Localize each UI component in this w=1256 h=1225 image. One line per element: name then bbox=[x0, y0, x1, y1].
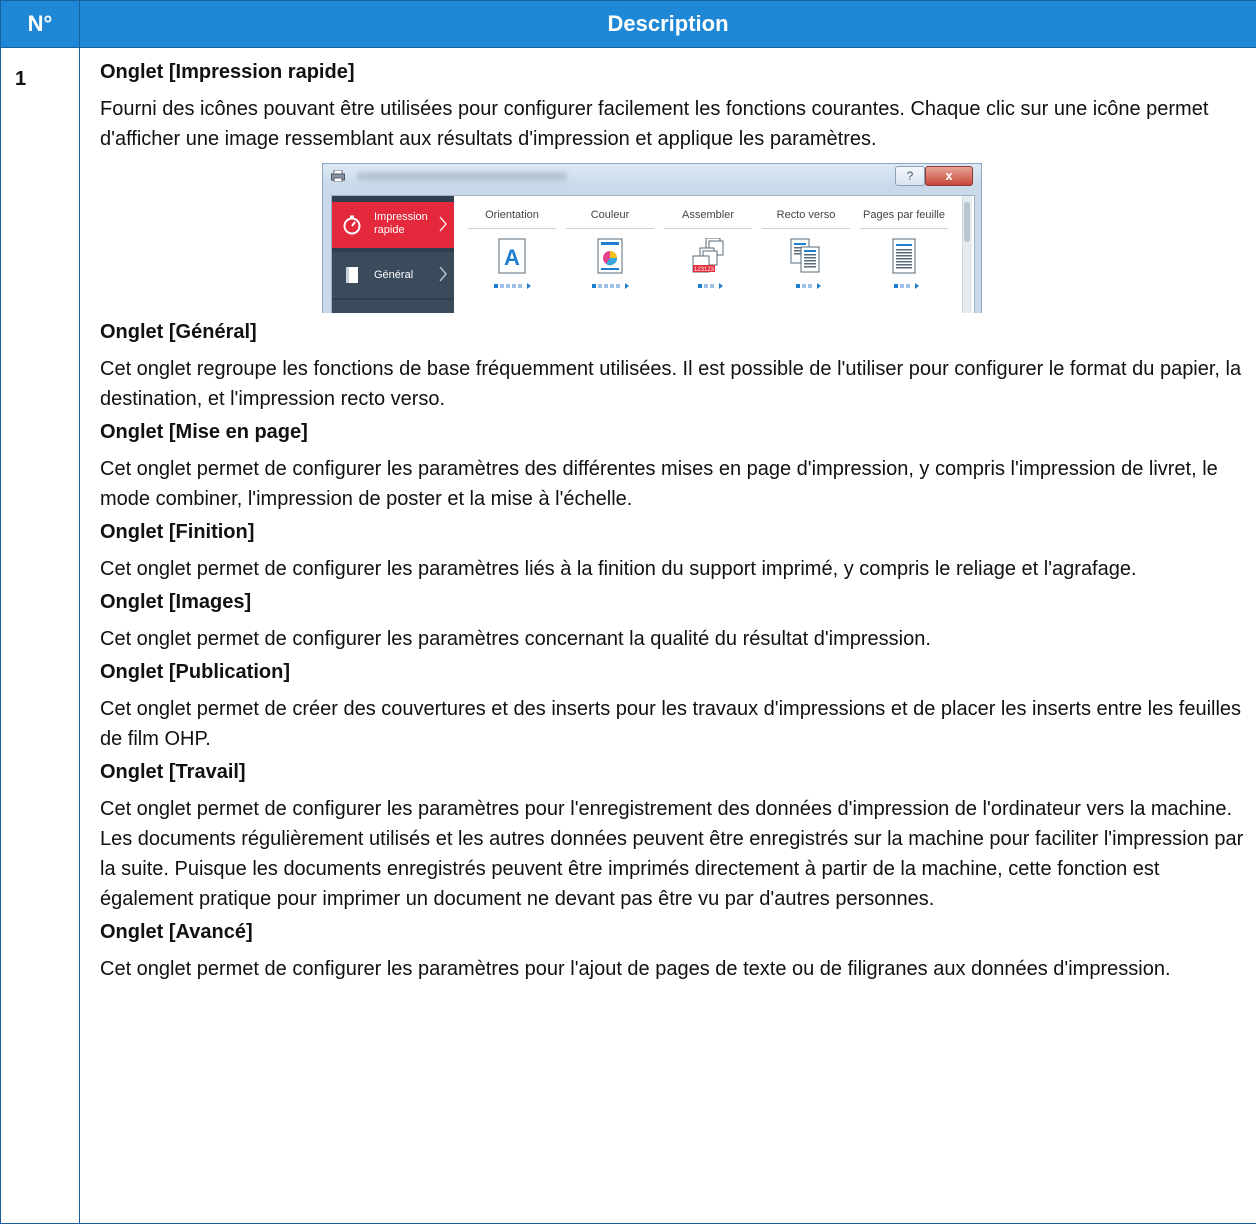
section-body: Cet onglet regroupe les fonctions de bas… bbox=[100, 358, 1242, 410]
print-settings-screenshot: ? x Impression rapide Général Orientatio… bbox=[322, 163, 982, 313]
section-body: Cet onglet permet de configurer les para… bbox=[100, 798, 1244, 910]
section-title: Onglet [Mise en page] bbox=[100, 421, 308, 443]
section-title: Onglet [Impression rapide] bbox=[100, 61, 355, 83]
header-description: Description bbox=[79, 0, 1256, 48]
section-general: Onglet [Général] Cet onglet regroupe les… bbox=[100, 320, 1256, 414]
duplex-icon bbox=[790, 238, 820, 273]
dialog-content: Impression rapide Général Orientation A … bbox=[331, 195, 975, 313]
option-orientation[interactable]: Orientation A bbox=[464, 208, 560, 308]
close-button[interactable]: x bbox=[925, 166, 973, 186]
svg-text:A: A bbox=[504, 245, 520, 270]
dots-indicator-icon bbox=[698, 283, 723, 289]
header-num: N° bbox=[0, 0, 80, 48]
divider bbox=[566, 228, 654, 229]
printer-icon bbox=[331, 170, 345, 182]
option-label: Couleur bbox=[590, 209, 630, 221]
pages-per-sheet-icon bbox=[892, 238, 916, 274]
tab-sidebar: Impression rapide Général bbox=[332, 196, 454, 313]
color-icon bbox=[597, 238, 623, 274]
table-row: 1 Onglet [Impression rapide] Fourni des … bbox=[0, 47, 1256, 1224]
tab-label: Général bbox=[374, 269, 414, 281]
tab-label: Impression rapide bbox=[374, 211, 428, 236]
section-body: Cet onglet permet de configurer les para… bbox=[100, 958, 1171, 980]
divider bbox=[762, 228, 850, 229]
description-table: N° Description 1 Onglet [Impression rapi… bbox=[0, 0, 1256, 1224]
dialog-window: ? x Impression rapide Général Orientatio… bbox=[322, 163, 982, 313]
tab-impression-rapide[interactable]: Impression rapide bbox=[332, 202, 454, 248]
option-pages-par-feuille[interactable]: Pages par feuille bbox=[856, 208, 952, 308]
section-mise-en-page: Onglet [Mise en page] Cet onglet permet … bbox=[100, 420, 1256, 514]
row-number: 1 bbox=[0, 47, 80, 1224]
tab-next[interactable] bbox=[332, 300, 454, 313]
svg-text:123123: 123123 bbox=[694, 267, 715, 273]
dots-indicator-icon bbox=[494, 283, 531, 289]
section-body: Cet onglet permet de créer des couvertur… bbox=[100, 698, 1242, 750]
page-icon bbox=[346, 267, 358, 283]
section-impression-rapide: Onglet [Impression rapide] Fourni des ic… bbox=[100, 60, 1256, 154]
section-title: Onglet [Images] bbox=[100, 591, 252, 613]
option-assembler[interactable]: Assembler 123123 bbox=[660, 208, 756, 308]
option-couleur[interactable]: Couleur bbox=[562, 208, 658, 308]
dialog-titlebar: ? x bbox=[323, 164, 981, 190]
help-button[interactable]: ? bbox=[895, 166, 925, 186]
dots-indicator-icon bbox=[796, 283, 821, 289]
section-title: Onglet [Publication] bbox=[100, 661, 290, 683]
section-body: Cet onglet permet de configurer les para… bbox=[100, 628, 931, 650]
dots-indicator-icon bbox=[592, 283, 629, 289]
divider bbox=[468, 228, 556, 229]
scrollbar[interactable] bbox=[962, 196, 972, 313]
section-title: Onglet [Travail] bbox=[100, 761, 246, 783]
section-title: Onglet [Finition] bbox=[100, 521, 255, 543]
section-avance: Onglet [Avancé] Cet onglet permet de con… bbox=[100, 920, 1256, 984]
dots-indicator-icon bbox=[894, 283, 919, 289]
section-travail: Onglet [Travail] Cet onglet permet de co… bbox=[100, 760, 1256, 914]
orientation-a-icon: A bbox=[498, 238, 526, 274]
option-recto-verso[interactable]: Recto verso bbox=[758, 208, 854, 308]
section-title: Onglet [Avancé] bbox=[100, 921, 253, 943]
row-description: Onglet [Impression rapide] Fourni des ic… bbox=[79, 47, 1256, 1224]
section-publication: Onglet [Publication] Cet onglet permet d… bbox=[100, 660, 1256, 754]
section-images: Onglet [Images] Cet onglet permet de con… bbox=[100, 590, 1256, 654]
tab-general[interactable]: Général bbox=[332, 252, 454, 298]
dialog-title-blurred bbox=[357, 172, 567, 181]
collate-icon: 123123 bbox=[692, 238, 724, 273]
divider bbox=[860, 228, 948, 229]
option-label: Pages par feuille bbox=[863, 209, 945, 221]
section-body: Cet onglet permet de configurer les para… bbox=[100, 458, 1218, 510]
table-header-row: N° Description bbox=[0, 0, 1256, 48]
chevron-right-icon bbox=[439, 216, 447, 232]
chevron-right-icon bbox=[439, 266, 447, 282]
section-title: Onglet [Général] bbox=[100, 321, 257, 343]
section-finition: Onglet [Finition] Cet onglet permet de c… bbox=[100, 520, 1256, 584]
option-label: Assembler bbox=[682, 209, 734, 221]
divider bbox=[664, 228, 752, 229]
option-label: Orientation bbox=[485, 209, 539, 221]
section-body: Cet onglet permet de configurer les para… bbox=[100, 558, 1137, 580]
scrollbar-thumb[interactable] bbox=[964, 202, 970, 242]
section-body: Fourni des icônes pouvant être utilisées… bbox=[100, 98, 1209, 150]
option-label: Recto verso bbox=[776, 209, 836, 221]
stopwatch-icon bbox=[343, 215, 361, 235]
